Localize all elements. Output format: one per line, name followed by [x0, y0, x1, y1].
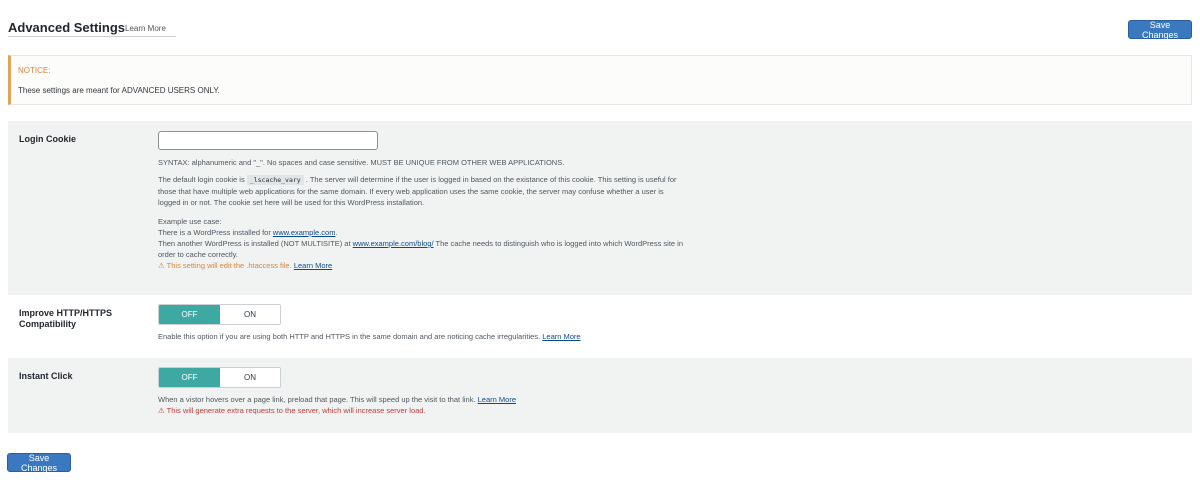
setting-row-instant-click: Instant Click OFF ON When a vistor hover… — [8, 358, 1192, 433]
instant-click-off-button[interactable]: OFF — [159, 368, 220, 387]
improve-https-off-button[interactable]: OFF — [159, 305, 220, 324]
login-cookie-description: The default login cookie is _lscache_var… — [158, 174, 688, 208]
improve-https-learn-more-link[interactable]: Learn More — [542, 332, 580, 341]
example-use-case: Example use case: There is a WordPress i… — [158, 216, 688, 271]
instant-click-toggle[interactable]: OFF ON — [158, 367, 281, 388]
instant-click-desc-text: When a vistor hovers over a page link, p… — [158, 395, 476, 404]
example-link-1[interactable]: www.example.com — [273, 228, 336, 237]
setting-row-improve-https: Improve HTTP/HTTPS Compatibility OFF ON … — [8, 295, 1192, 358]
notice-title: NOTICE: — [18, 66, 51, 75]
save-changes-button-top[interactable]: Save Changes — [1128, 20, 1192, 40]
htaccess-warning-text: ⚠ This setting will edit the .htaccess f… — [158, 261, 292, 270]
htaccess-warning: ⚠ This setting will edit the .htaccess f… — [158, 260, 688, 271]
advanced-notice: NOTICE: These settings are meant for ADV… — [8, 55, 1192, 105]
instant-click-learn-more-link[interactable]: Learn More — [478, 395, 516, 404]
instant-click-on-button[interactable]: ON — [220, 368, 280, 387]
improve-https-desc-text: Enable this option if you are using both… — [158, 332, 541, 341]
default-cookie-code: _lscache_vary — [246, 175, 304, 185]
example-line-2: Then another WordPress is installed (NOT… — [158, 238, 688, 260]
instant-click-warning: ⚠ This will generate extra requests to t… — [158, 406, 426, 415]
improve-https-on-button[interactable]: ON — [220, 305, 280, 324]
notice-text: These settings are meant for ADVANCED US… — [18, 86, 220, 95]
improve-https-label: Improve HTTP/HTTPS Compatibility — [19, 308, 113, 329]
example-title: Example use case: — [158, 217, 222, 226]
page-title: Advanced Settings — [8, 20, 126, 35]
example-line-1-prefix: There is a WordPress installed for — [158, 228, 271, 237]
example-line-1: There is a WordPress installed for www.e… — [158, 227, 688, 238]
improve-https-toggle[interactable]: OFF ON — [158, 304, 281, 325]
title-underline — [8, 36, 176, 37]
example-line-1-suffix: . — [335, 228, 338, 237]
learn-more-link[interactable]: Learn More — [125, 24, 166, 33]
htaccess-learn-more-link[interactable]: Learn More — [294, 261, 332, 270]
login-cookie-desc-before: The default login cookie is — [158, 175, 245, 184]
page-header: Advanced Settings Learn More — [8, 18, 1194, 40]
example-link-2[interactable]: www.example.com/blog/ — [353, 239, 434, 248]
example-line-2-prefix: Then another WordPress is installed (NOT… — [158, 239, 351, 248]
improve-https-description: Enable this option if you are using both… — [158, 331, 758, 342]
setting-row-login-cookie: Login Cookie SYNTAX: alphanumeric and "_… — [8, 121, 1192, 295]
login-cookie-input[interactable] — [158, 131, 378, 150]
login-cookie-label: Login Cookie — [19, 134, 76, 144]
login-cookie-syntax: SYNTAX: alphanumeric and "_". No spaces … — [158, 158, 565, 167]
save-changes-button-bottom[interactable]: Save Changes — [7, 453, 71, 473]
instant-click-label: Instant Click — [19, 371, 73, 381]
instant-click-description: When a vistor hovers over a page link, p… — [158, 394, 758, 405]
